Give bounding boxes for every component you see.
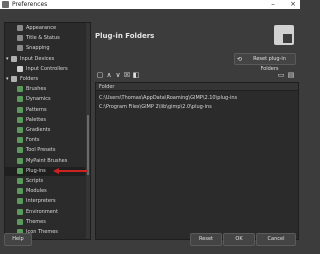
sidebar-item-label: Tool Presets <box>26 147 56 154</box>
expander-icon[interactable]: ▾ <box>6 75 9 84</box>
sidebar-item-label: Title & Status <box>26 35 60 42</box>
sidebar-item-input-controllers[interactable]: Input Controllers <box>5 65 85 74</box>
sidebar-item-gradients[interactable]: Gradients <box>5 126 85 135</box>
sidebar-item-label: Appearance <box>26 25 57 31</box>
file-browse-icon[interactable]: ▤ <box>287 70 295 80</box>
themes-icon <box>17 218 23 225</box>
expander-icon[interactable]: ▾ <box>6 55 9 64</box>
input-devices-icon <box>11 55 17 62</box>
sidebar-item-label: Scripts <box>26 178 44 184</box>
panel-title: Plug-in Folders <box>95 32 155 40</box>
reset-icon: ⟲ <box>237 56 243 63</box>
sidebar-item-environment[interactable]: Environment <box>5 208 85 217</box>
reset-plugin-folders-button[interactable]: ⟲ Reset plug-in Folders <box>234 53 296 72</box>
sidebar-item-label: Patterns <box>26 106 47 113</box>
title-status-icon <box>17 35 23 42</box>
cancel-button[interactable]: Cancel <box>256 233 296 246</box>
minimize-icon[interactable]: – <box>268 0 278 9</box>
sidebar-item-folders[interactable]: ▾ Folders <box>5 75 85 84</box>
sidebar-item-mypaint-brushes[interactable]: MyPaint Brushes <box>5 157 85 166</box>
plug-ins-icon <box>17 167 23 174</box>
tree-scrollbar[interactable] <box>86 23 90 239</box>
move-down-icon[interactable]: ∨ <box>114 70 122 80</box>
folder-list: Folder C:\Users\Thomas\AppData\Roaming\G… <box>95 82 299 240</box>
sidebar-item-brushes[interactable]: Brushes <box>5 85 85 94</box>
folder-panel: Plug-in Folders ⟲ Reset plug-in Folders … <box>95 22 299 240</box>
sidebar-item-tool-presets[interactable]: Tool Presets <box>5 146 85 155</box>
sidebar-item-title-status[interactable]: Title & Status <box>5 34 85 43</box>
app-icon <box>2 1 9 8</box>
patterns-icon <box>17 106 23 113</box>
scripts-icon <box>17 178 23 184</box>
close-icon[interactable]: × <box>288 0 298 9</box>
preferences-tree: Appearance Title & Status Snapping ▾ Input D… <box>4 22 91 240</box>
folder-open-icon[interactable]: ▭ <box>277 70 285 80</box>
ok-button[interactable]: OK <box>223 233 255 246</box>
palettes-icon <box>17 116 23 123</box>
appearance-icon <box>17 25 23 31</box>
tree-scrollbar-thumb[interactable] <box>87 115 89 175</box>
sidebar-item-patterns[interactable]: Patterns <box>5 106 85 115</box>
sidebar-item-label: Plug-ins <box>26 167 46 174</box>
writable-toggle-icon[interactable]: ◧ <box>132 70 140 80</box>
annotation-arrow-line <box>58 170 88 172</box>
help-button[interactable]: Help <box>4 233 32 246</box>
sidebar-item-label: Gradients <box>26 127 51 133</box>
environment-icon <box>17 208 23 215</box>
interpreters-icon <box>17 198 23 205</box>
move-up-icon[interactable]: ∧ <box>105 70 113 80</box>
sidebar-item-appearance[interactable]: Appearance <box>5 24 85 33</box>
tool-presets-icon <box>17 147 23 154</box>
modules-icon <box>17 188 23 195</box>
sidebar-item-label: Fonts <box>26 137 40 144</box>
sidebar-item-dynamics[interactable]: Dynamics <box>5 95 85 104</box>
sidebar-item-palettes[interactable]: Palettes <box>5 116 85 125</box>
reset-button[interactable]: Reset <box>190 233 222 246</box>
sidebar-item-label: Environment <box>26 208 58 215</box>
sidebar-item-label: Interpreters <box>26 198 56 205</box>
sidebar-item-label: Themes <box>26 218 46 225</box>
sidebar-item-scripts[interactable]: Scripts <box>5 177 85 186</box>
folder-path: C:\Users\Thomas\AppData\Roaming\GIMP\2.1… <box>99 95 238 101</box>
sidebar-item-label: Brushes <box>26 86 47 93</box>
folder-toolbar: ▢ ∧ ∨ ☒ ◧ ▭ ▤ <box>95 70 297 80</box>
folders-icon <box>11 76 17 82</box>
list-header-folder: Folder <box>96 83 298 91</box>
mypaint-brushes-icon <box>17 157 23 164</box>
sidebar-item-interpreters[interactable]: Interpreters <box>5 197 85 206</box>
dynamics-icon <box>17 96 23 103</box>
sidebar-item-label: Dynamics <box>26 96 51 103</box>
plugin-puzzle-icon <box>274 25 294 45</box>
sidebar-item-snapping[interactable]: Snapping <box>5 44 85 53</box>
gradients-icon <box>17 127 23 133</box>
sidebar-item-input-devices[interactable]: ▾ Input Devices <box>5 55 85 64</box>
sidebar-item-label: Palettes <box>26 116 46 123</box>
delete-folder-icon[interactable]: ☒ <box>123 70 131 80</box>
sidebar-item-themes[interactable]: Themes <box>5 218 85 227</box>
new-folder-icon[interactable]: ▢ <box>96 70 104 80</box>
window-title: Preferences <box>12 1 48 8</box>
sidebar-item-label: Snapping <box>26 45 50 52</box>
preferences-window: Appearance Title & Status Snapping ▾ Input D… <box>0 9 300 254</box>
brushes-icon <box>17 86 23 93</box>
sidebar-item-label: Input Devices <box>20 55 55 62</box>
sidebar-item-modules[interactable]: Modules <box>5 187 85 196</box>
sidebar-item-label: MyPaint Brushes <box>26 157 68 164</box>
fonts-icon <box>17 137 23 144</box>
snapping-icon <box>17 45 23 52</box>
folder-path: C:\Program Files\GIMP 2\lib\gimp\2.0\plu… <box>99 104 212 110</box>
sidebar-item-label: Folders <box>20 76 39 82</box>
sidebar-item-label: Input Controllers <box>26 65 68 72</box>
input-controllers-icon <box>17 65 23 72</box>
sidebar-item-label: Modules <box>26 188 47 195</box>
sidebar-item-fonts[interactable]: Fonts <box>5 136 85 145</box>
title-bar: Preferences – × <box>0 0 300 9</box>
